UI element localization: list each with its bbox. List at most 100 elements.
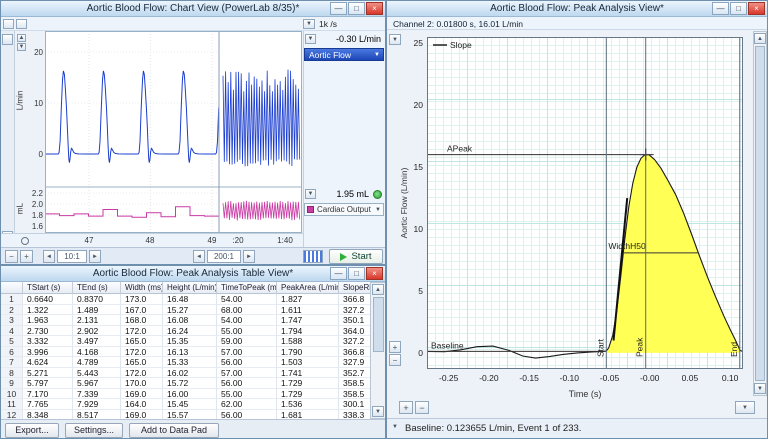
svg-text:APeak: APeak [447,144,473,154]
table-row[interactable]: 85.2715.443172.016.0257.001.741352.7 [1,368,371,379]
chevron-down-icon[interactable]: ▼ [303,19,315,29]
chevron-down-icon[interactable]: ▼ [735,401,755,414]
window-title: Aortic Blood Flow: Peak Analysis View* [387,3,767,14]
cell: 164.0 [121,399,163,410]
plot-scrollbar[interactable]: ▲ ▼ [753,31,767,396]
cell: 1.489 [73,305,121,316]
table-row[interactable]: 117.7657.929164.015.4562.001.536300.1 [1,399,371,410]
x-zoom-in-icon[interactable]: + [399,401,413,414]
start-label: Start [351,251,371,262]
cell: 358.5 [339,389,371,400]
table-row[interactable]: 128.3488.517169.015.5756.001.681338.3 [1,410,371,420]
x-tick-label: 0.10 [715,373,745,383]
add-to-datapad-button[interactable]: Add to Data Pad [129,423,219,438]
table-row[interactable]: 63.9964.168172.016.1357.001.790366.8 [1,347,371,358]
maximize-icon[interactable]: □ [348,267,365,280]
export-button[interactable]: Export... [5,423,59,438]
table-row[interactable]: 107.1707.339169.016.0055.001.729358.5 [1,389,371,400]
chevron-down-icon[interactable]: ▼ [392,424,398,430]
peak-analysis-window: Aortic Blood Flow: Peak Analysis View* —… [386,0,768,439]
channel-settings-icon[interactable] [2,34,13,45]
table-row[interactable]: 74.6244.789165.015.3356.001.503327.9 [1,357,371,368]
column-header[interactable]: TEnd (s) [73,282,121,294]
cell: 16.48 [163,294,217,305]
ch2-channel-selector[interactable]: Cardiac Output ▼ [304,203,384,216]
scroll-thumb[interactable] [373,297,384,352]
cell: 327.9 [339,357,371,368]
compress-left-icon[interactable]: ◄ [43,250,55,263]
time-tick: 47 [81,236,97,245]
close-icon[interactable]: × [366,267,383,280]
scroll-thumb[interactable] [755,46,765,381]
scroll-down-icon[interactable]: ▼ [372,406,384,417]
x-zoom-out-icon[interactable]: − [415,401,429,414]
column-header[interactable]: PeakArea (L/min.s) [277,282,339,294]
scroll-up-icon[interactable]: ▲ [754,33,766,44]
table-row[interactable]: 21.3221.489167.015.2768.001.611327.2 [1,305,371,316]
table-window-titlebar[interactable]: Aortic Blood Flow: Peak Analysis Table V… [1,266,385,282]
row-number: 8 [1,368,23,379]
cell: 1.611 [277,305,339,316]
chart-plot-area[interactable] [45,31,302,233]
cell: 55.00 [217,326,277,337]
row-number: 11 [1,399,23,410]
chevron-down-icon: ▼ [375,204,381,216]
zoom-in-icon[interactable]: + [20,250,33,263]
column-header[interactable]: TStart (s) [23,282,73,294]
maximize-icon[interactable]: □ [730,2,747,15]
cell: 0.8370 [73,294,121,305]
scroll-up-icon[interactable]: ▲ [372,284,384,295]
ch1-channel-selector[interactable]: Aortic Flow ▼ [304,48,384,61]
peak-analysis-plot[interactable]: APeakWidthH50BaselineStartPeakEndSlope [427,37,743,369]
peak-table[interactable]: 10.66400.8370173.016.4854.001.827366.821… [1,294,371,419]
table-row[interactable]: 31.9632.131168.016.0854.001.747350.1 [1,315,371,326]
sample-rate-label: 1k /s [319,19,337,29]
cell: 2.730 [23,326,73,337]
cell: 5.797 [23,378,73,389]
cell: 172.0 [121,368,163,379]
y-tick-label: 15 [399,162,423,172]
table-row[interactable]: 95.7975.967170.015.7256.001.729358.5 [1,378,371,389]
table-row[interactable]: 10.66400.8370173.016.4854.001.827366.8 [1,294,371,305]
y-scale-up-icon[interactable]: ▲ [17,34,26,42]
row-number: 9 [1,378,23,389]
toolbar-icon[interactable] [16,19,27,29]
maximize-icon[interactable]: □ [348,2,365,15]
cell: 1.790 [277,347,339,358]
table-scrollbar[interactable]: ▲ ▼ [370,282,386,419]
close-icon[interactable]: × [366,2,383,15]
column-header[interactable]: Width (ms) [121,282,163,294]
toolbar-icon[interactable] [3,19,14,29]
chart-window-titlebar[interactable]: Aortic Blood Flow: Chart View (PowerLab … [1,1,385,17]
ch2-ytick: 1.6 [27,222,43,231]
ch2-ytick: 2.0 [27,200,43,209]
settings-button[interactable]: Settings... [65,423,123,438]
cell: 1.503 [277,357,339,368]
minimize-icon[interactable]: — [712,2,729,15]
table-corner [1,282,23,294]
cell: 56.00 [217,378,277,389]
zoom-out-icon[interactable]: − [5,250,18,263]
analysis-window-titlebar[interactable]: Aortic Blood Flow: Peak Analysis View* —… [387,1,767,17]
chevron-down-icon[interactable]: ▼ [305,34,316,44]
y-scale-down-icon[interactable]: ▼ [17,43,26,51]
column-header[interactable]: TimeToPeak (ms) [217,282,277,294]
table-row[interactable]: 42.7302.902172.016.2455.001.794364.0 [1,326,371,337]
cell: 165.0 [121,357,163,368]
scroll-down-icon[interactable]: ▼ [754,383,766,394]
column-header[interactable]: Height (L/min) [163,282,217,294]
close-icon[interactable]: × [748,2,765,15]
expand-left-icon[interactable]: ► [89,250,101,263]
scope-preview-icon[interactable] [303,250,323,263]
start-button[interactable]: Start [329,249,383,264]
expand-right-icon[interactable]: ► [243,250,255,263]
table-row[interactable]: 53.3323.497165.015.3559.001.588327.2 [1,336,371,347]
time-tick: 48 [142,236,158,245]
column-header[interactable]: SlopeRise (L [339,282,371,294]
cell: 327.2 [339,336,371,347]
cell: 172.0 [121,347,163,358]
minimize-icon[interactable]: — [330,2,347,15]
compress-right-icon[interactable]: ◄ [193,250,205,263]
x-tick-label: -0.00 [635,373,665,383]
minimize-icon[interactable]: — [330,267,347,280]
